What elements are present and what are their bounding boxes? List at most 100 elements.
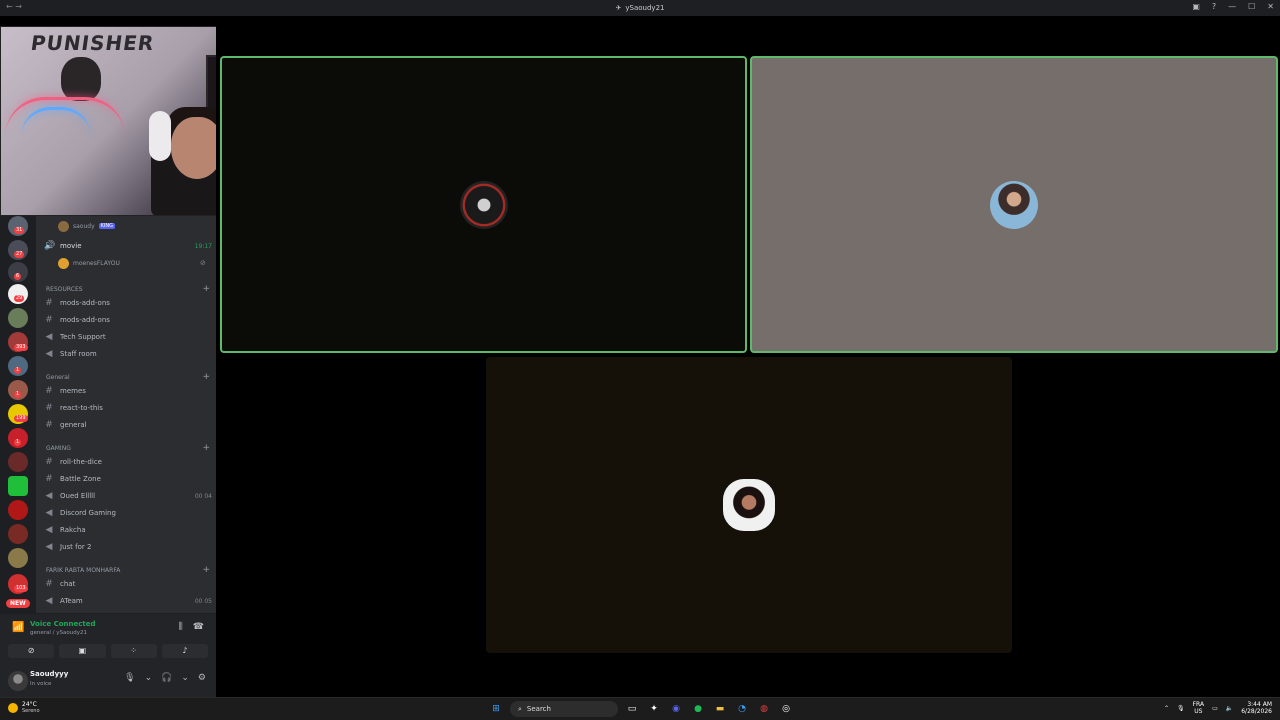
volume-icon[interactable]: 🔈 [1226, 705, 1233, 712]
server-icon[interactable] [8, 308, 28, 328]
file-explorer-icon[interactable]: ▬ [712, 701, 728, 717]
add-channel-icon[interactable]: + [202, 285, 210, 294]
disconnect-icon[interactable]: ☎ [193, 622, 204, 632]
participant-tile[interactable] [486, 357, 1012, 653]
channel-memes[interactable]: # memes [44, 384, 212, 398]
window-controls: ▣ ? — ☐ ✕ [1192, 2, 1274, 11]
channel-rakcha[interactable]: ◀ Rakcha [44, 523, 212, 537]
activities-button[interactable]: ⁘ [110, 644, 157, 658]
soundboard-button[interactable]: ♪ [161, 644, 208, 658]
category-label: RESOURCES [46, 286, 83, 293]
voice-user[interactable]: saoudy KING [58, 219, 116, 233]
voice-user[interactable]: moenesFLAYOU [58, 256, 120, 270]
category-general[interactable]: General + [46, 373, 210, 382]
server-icon[interactable] [8, 500, 28, 520]
speaker-icon: ◀ [45, 332, 53, 342]
obs-icon[interactable]: ◎ [778, 701, 794, 717]
screenshare-button[interactable]: ▣ [59, 644, 106, 658]
participant-avatar [990, 180, 1038, 229]
hash-icon: # [45, 420, 53, 430]
server-badge: 27 [14, 251, 25, 258]
add-channel-icon[interactable]: + [202, 444, 210, 453]
category-label: FARIK RABTA MONHARFA [46, 567, 121, 574]
signal-icon[interactable]: 📶 [12, 622, 24, 633]
participant-tile[interactable] [750, 56, 1278, 353]
channel-ateam[interactable]: ◀ ATeam 00 05 [44, 594, 212, 608]
chevron-down-icon[interactable]: ⌄ [181, 673, 189, 683]
task-view-icon[interactable]: ▭ [624, 701, 640, 717]
weather-widget[interactable]: 24°C Sereno [8, 701, 40, 714]
back-arrow-icon[interactable]: ← → [6, 2, 22, 11]
clock-date: 6/28/2026 [1241, 708, 1272, 715]
server-icon[interactable] [8, 524, 28, 544]
channel-oued-elllll[interactable]: ◀ Oued Elllll 00 04 [44, 489, 212, 503]
headphones-icon[interactable]: 🎧 [161, 673, 172, 683]
category-label: GAMING [46, 445, 71, 452]
chrome-icon[interactable]: ◍ [756, 701, 772, 717]
channel-roll-the-dice[interactable]: # roll-the-dice [44, 455, 212, 469]
voice-location[interactable]: general / ySaoudy21 [30, 630, 87, 636]
server-icon[interactable] [8, 548, 28, 568]
maximize-button[interactable]: ☐ [1248, 2, 1255, 11]
clock-time: 3:44 AM [1247, 701, 1272, 708]
participant-tile[interactable] [220, 56, 747, 353]
channel-discord-gaming[interactable]: ◀ Discord Gaming [44, 506, 212, 520]
windows-start-icon[interactable]: ⊞ [488, 701, 504, 717]
server-icon[interactable] [8, 476, 28, 496]
minimize-button[interactable]: — [1228, 2, 1236, 11]
channel-just-for-2[interactable]: ◀ Just for 2 [44, 540, 212, 554]
edge-icon[interactable]: ◔ [734, 701, 750, 717]
channel-tech-support[interactable]: ◀ Tech Support [44, 330, 212, 344]
new-badge[interactable]: NEW [6, 599, 30, 608]
add-channel-icon[interactable]: + [202, 373, 210, 382]
channel-general[interactable]: # general [44, 418, 212, 432]
chevron-up-icon[interactable]: ⌃ [1164, 705, 1169, 712]
avatar[interactable] [8, 671, 28, 691]
hash-icon: # [45, 298, 53, 308]
avatar [58, 220, 69, 232]
add-channel-icon[interactable]: + [202, 566, 210, 575]
channel-mods-add-ons[interactable]: # mods-add-ons [44, 296, 212, 310]
network-icon[interactable]: ▭ [1212, 705, 1218, 712]
server-icon[interactable] [8, 452, 28, 472]
channel-staff-room[interactable]: ◀ Staff room [44, 347, 212, 361]
channel-name: mods-add-ons [60, 299, 110, 307]
sun-icon [8, 702, 18, 713]
channel-chat[interactable]: # chat [44, 577, 212, 591]
taskbar-search[interactable]: ⌕ Search [510, 701, 618, 717]
category-gaming[interactable]: GAMING + [46, 444, 210, 453]
channel-name: Discord Gaming [60, 509, 116, 517]
clock[interactable]: 3:44 AM 6/28/2026 [1241, 701, 1272, 715]
voice-timer: 19:17 [194, 242, 212, 250]
spotify-icon[interactable]: ● [690, 701, 706, 717]
help-icon[interactable]: ? [1212, 2, 1216, 11]
mic-icon[interactable]: 🎙 [124, 673, 135, 683]
channel-name: Just for 2 [60, 543, 92, 551]
chevron-down-icon[interactable]: ⌄ [145, 673, 153, 683]
inbox-icon[interactable]: ▣ [1192, 2, 1200, 11]
close-button[interactable]: ✕ [1267, 2, 1274, 11]
category-resources[interactable]: RESOURCES + [46, 285, 210, 294]
speaker-icon: ◀ [45, 491, 53, 501]
username[interactable]: Saoudyyy [30, 670, 68, 678]
voice-call-area [216, 16, 1280, 697]
channel-movie[interactable]: 🔊 movie 19:17 [44, 239, 212, 253]
participant-avatar [723, 479, 775, 531]
gear-icon[interactable]: ⚙ [198, 673, 206, 683]
language-indicator[interactable]: FRA US [1193, 701, 1204, 715]
channel-react-to-this[interactable]: # react-to-this [44, 401, 212, 415]
server-badge: 103 [14, 585, 28, 592]
camera-button[interactable]: ⊘ [8, 644, 55, 658]
category-farik[interactable]: FARIK RABTA MONHARFA + [46, 566, 210, 575]
channel-battle-zone[interactable]: # Battle Zone [44, 472, 212, 486]
voice-status[interactable]: Voice Connected [30, 620, 96, 628]
discord-icon[interactable]: ◉ [668, 701, 684, 717]
speaker-icon: ◀ [45, 349, 53, 359]
hash-icon: # [45, 457, 53, 467]
channel-mods-add-ons-2[interactable]: # mods-add-ons [44, 313, 212, 327]
app-icon[interactable]: ✦ [646, 701, 662, 717]
noise-suppression-icon[interactable]: ⫼ [179, 622, 183, 632]
microphone-tray-icon[interactable]: 🎙 [1177, 705, 1185, 712]
participant-avatar [459, 180, 508, 229]
avatar [58, 257, 69, 269]
